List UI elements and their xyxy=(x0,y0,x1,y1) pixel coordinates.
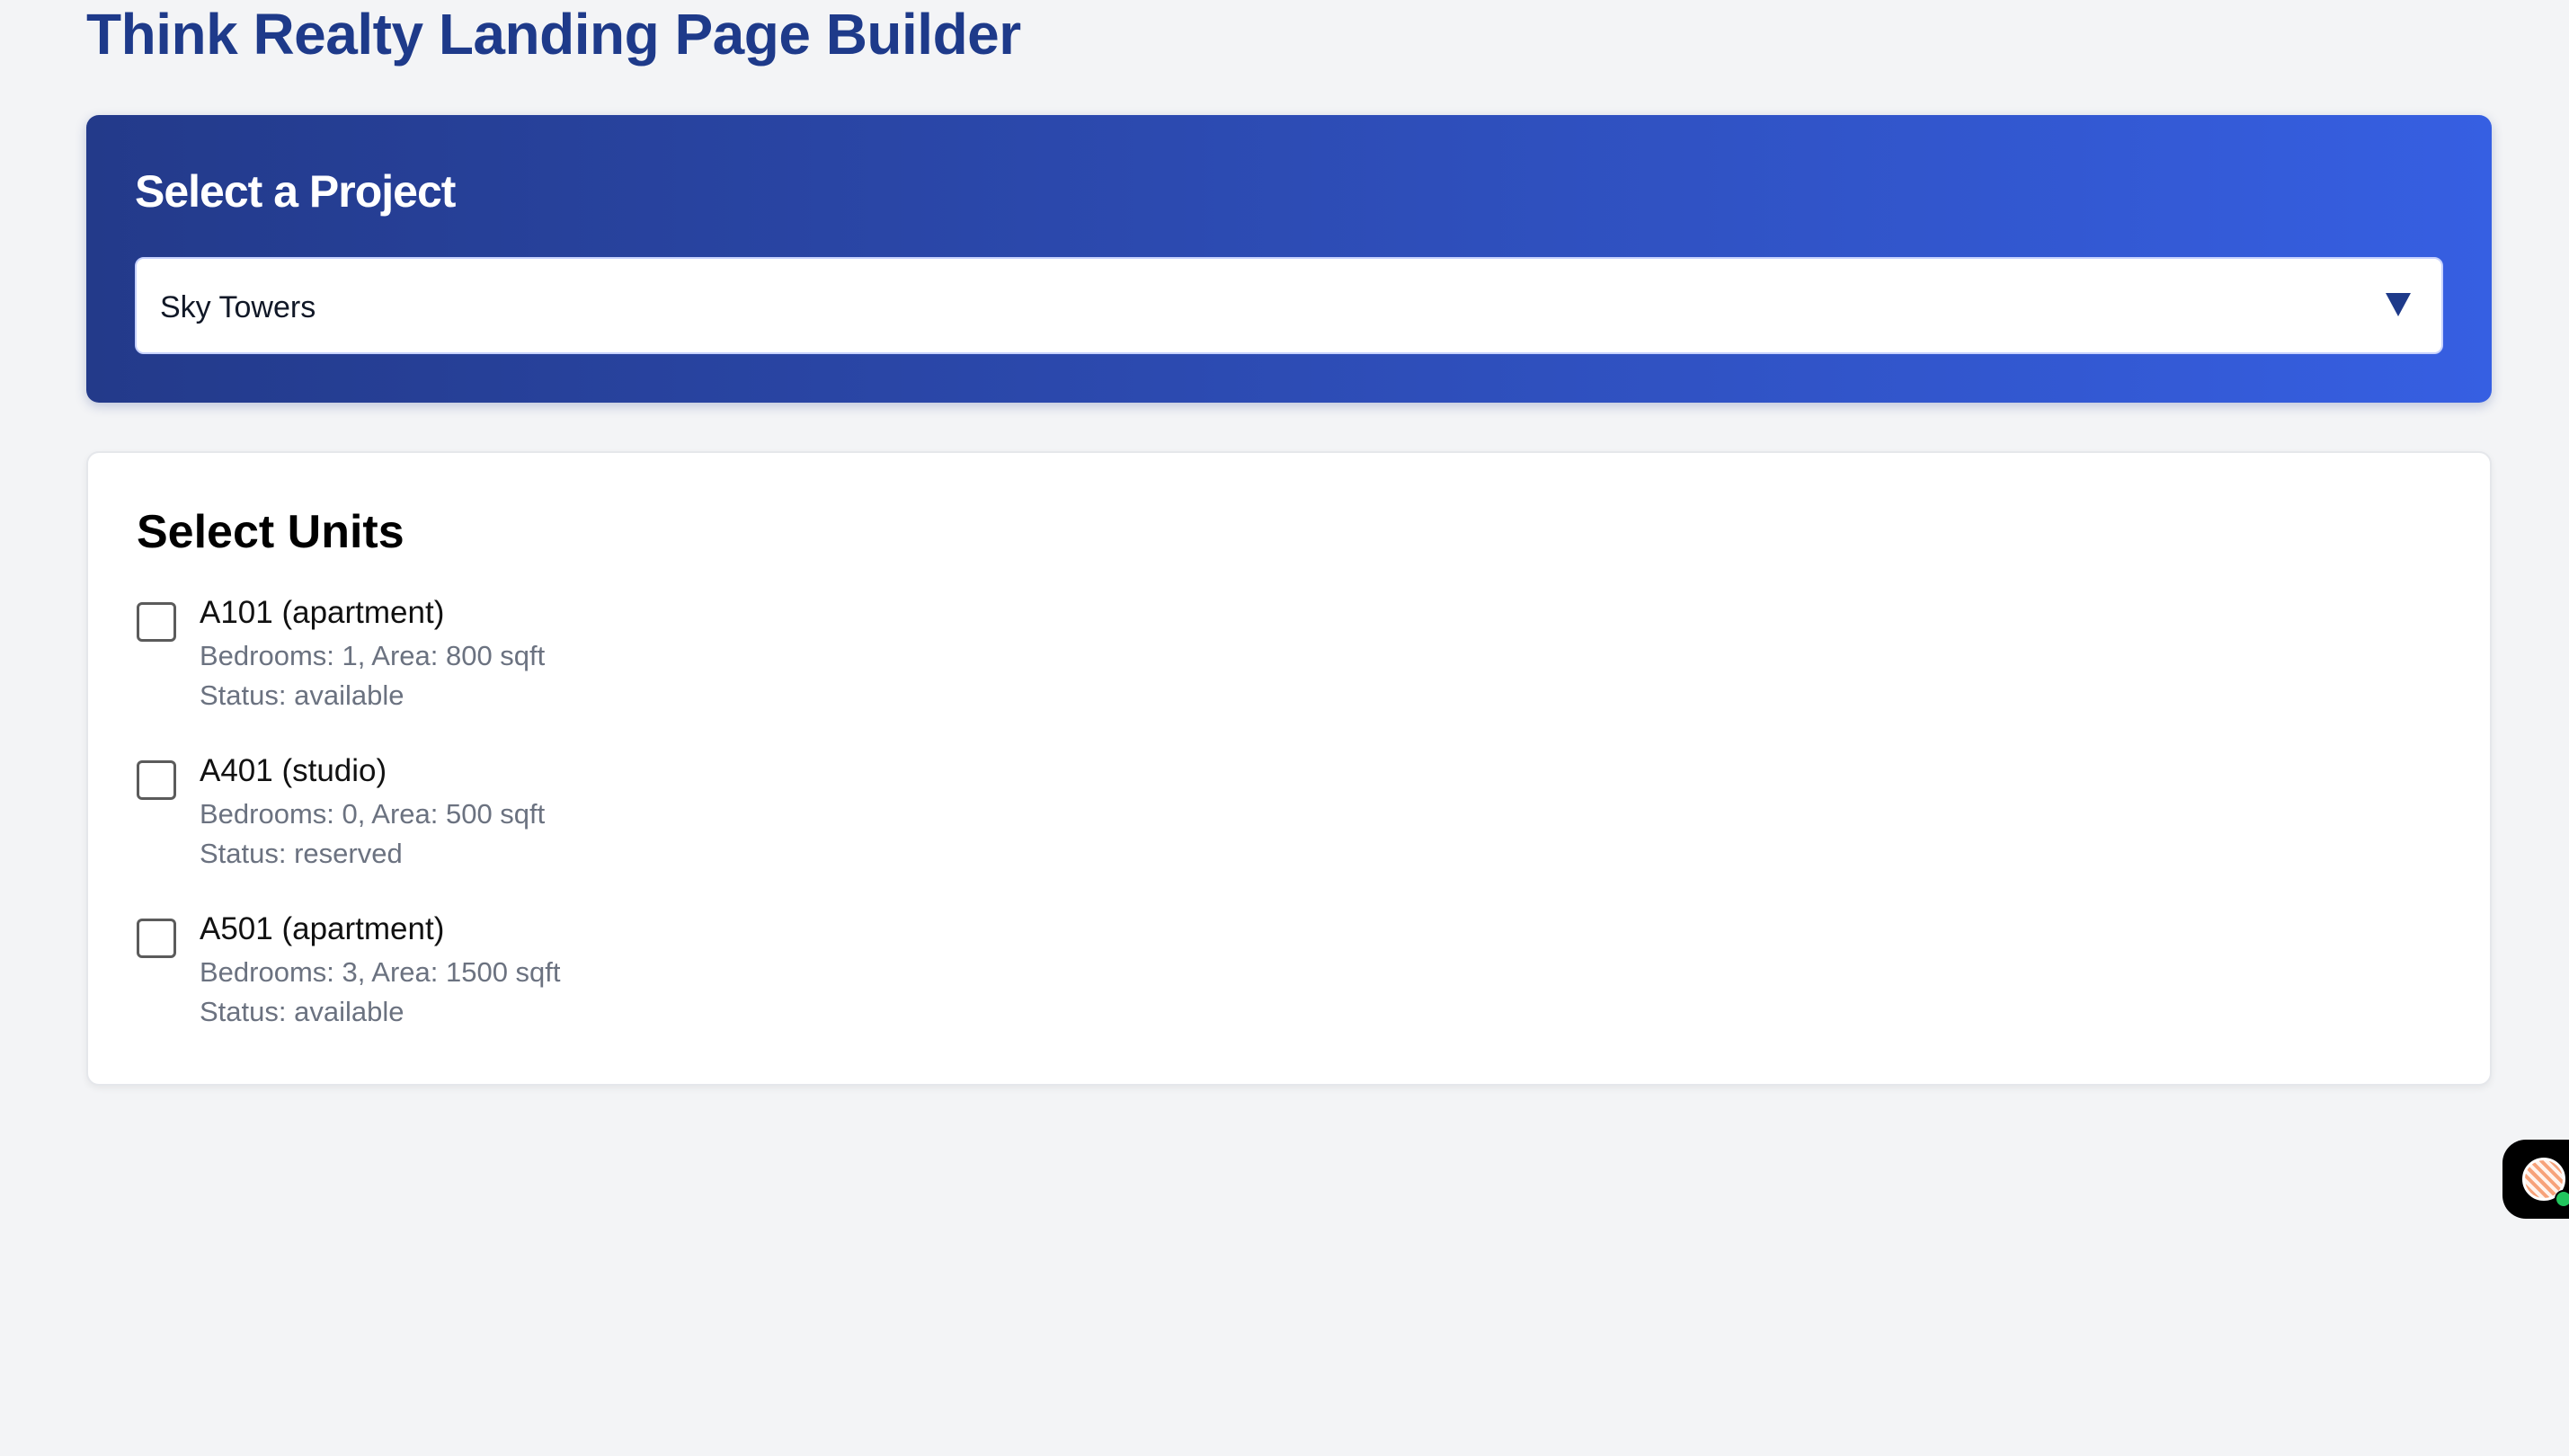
online-status-dot xyxy=(2555,1190,2569,1208)
unit-item-a401[interactable]: A401 (studio) Bedrooms: 0, Area: 500 sqf… xyxy=(137,748,946,883)
project-select-value: Sky Towers xyxy=(160,290,316,324)
unit-name: A501 (apartment) xyxy=(200,911,445,946)
chevron-down-icon xyxy=(2386,293,2411,316)
unit-details: Bedrooms: 1, Area: 800 sqft xyxy=(200,640,546,671)
unit-status: Status: available xyxy=(200,679,404,711)
units-heading: Select Units xyxy=(137,506,404,558)
project-selector-panel: Select a Project Sky Towers xyxy=(86,115,2492,403)
unit-status: Status: reserved xyxy=(200,838,403,869)
unit-checkbox[interactable] xyxy=(137,602,176,642)
unit-details: Bedrooms: 0, Area: 500 sqft xyxy=(200,798,546,830)
project-select-dropdown[interactable]: Sky Towers xyxy=(135,257,2443,354)
unit-checkbox[interactable] xyxy=(137,760,176,800)
unit-name: A401 (studio) xyxy=(200,753,387,788)
project-selector-heading: Select a Project xyxy=(135,166,456,217)
page-container: Think Realty Landing Page Builder Select… xyxy=(86,0,2492,1086)
floating-assistant-button[interactable] xyxy=(2502,1140,2569,1219)
unit-status: Status: available xyxy=(200,996,404,1027)
units-panel: Select Units A101 (apartment) Bedrooms: … xyxy=(86,451,2492,1086)
unit-item-a501[interactable]: A501 (apartment) Bedrooms: 3, Area: 1500… xyxy=(137,906,946,1041)
unit-details: Bedrooms: 3, Area: 1500 sqft xyxy=(200,956,561,988)
unit-checkbox[interactable] xyxy=(137,919,176,958)
page-title: Think Realty Landing Page Builder xyxy=(86,2,1021,67)
unit-item-a101[interactable]: A101 (apartment) Bedrooms: 1, Area: 800 … xyxy=(137,590,946,724)
unit-name: A101 (apartment) xyxy=(200,595,445,630)
